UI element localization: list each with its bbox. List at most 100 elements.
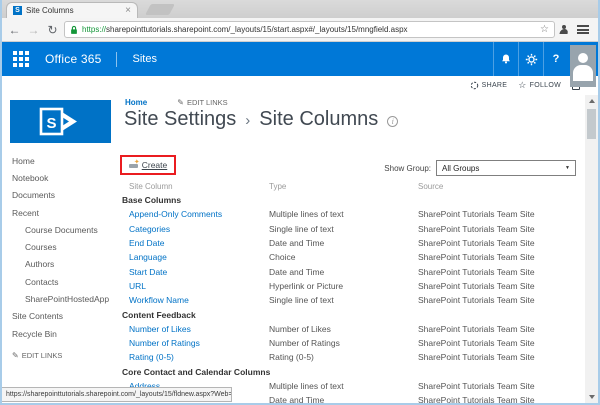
notifications-bell-icon[interactable] [493, 42, 518, 76]
site-column-link[interactable]: Append-Only Comments [129, 209, 222, 219]
chevron-down-icon: ▼ [565, 165, 570, 171]
sidebar-item-recent[interactable]: Recent [12, 204, 118, 221]
table-row: Workflow NameSingle line of textSharePoi… [120, 293, 582, 307]
app-launcher-icon[interactable] [13, 51, 29, 67]
share-label: SHARE [482, 82, 508, 89]
group-select-value: All Groups [442, 164, 479, 173]
column-source: SharePoint Tutorials Team Site [418, 281, 582, 291]
new-tab-button[interactable] [145, 4, 175, 15]
browser-profile-icon[interactable] [559, 25, 569, 35]
suite-bar-divider [116, 52, 117, 67]
info-icon[interactable]: i [387, 116, 398, 127]
office-365-brand[interactable]: Office 365 [45, 52, 101, 66]
pencil-icon: ✎ [177, 98, 184, 107]
column-source: SharePoint Tutorials Team Site [418, 381, 582, 391]
sidebar-items: HomeNotebookDocumentsRecentCourse Docume… [12, 152, 118, 342]
share-button[interactable]: SHARE [470, 81, 508, 90]
reload-icon[interactable]: ↻ [45, 24, 60, 36]
follow-button[interactable]: ☆ FOLLOW [518, 81, 561, 90]
edit-links-sidebar[interactable]: ✎ EDIT LINKS [12, 351, 118, 360]
site-column-link[interactable]: Categories [129, 224, 170, 234]
sharepoint-page: SHARE ☆ FOLLOW S Home ✎ EDIT LINKS [2, 76, 598, 403]
site-column-link[interactable]: URL [129, 281, 146, 291]
breadcrumb-home-link[interactable]: Home [125, 98, 147, 107]
header-type: Type [269, 182, 418, 191]
table-row: LanguageChoiceSharePoint Tutorials Team … [120, 250, 582, 264]
page-title: Site Settings › Site Columns i [124, 108, 398, 131]
scroll-down-icon[interactable] [585, 391, 598, 403]
sidebar-item-documents[interactable]: Documents [12, 187, 118, 204]
column-group-header: Base Columns [120, 193, 582, 207]
help-icon[interactable]: ? [543, 42, 568, 76]
secure-lock-icon [70, 25, 78, 35]
table-row: CategoriesSingle line of textSharePoint … [120, 222, 582, 236]
page-scrollbar[interactable] [585, 95, 598, 403]
bookmark-star-icon[interactable]: ☆ [540, 25, 549, 35]
settings-gear-icon[interactable] [518, 42, 543, 76]
sidebar-item-notebook[interactable]: Notebook [12, 169, 118, 186]
sidebar-edit-links-label: EDIT LINKS [22, 351, 63, 360]
column-source: SharePoint Tutorials Team Site [418, 395, 582, 405]
sidebar-item-authors[interactable]: Authors [12, 256, 118, 273]
status-bar: https://sharepointtutorials.sharepoint.c… [2, 387, 232, 402]
sidebar-item-course-documents[interactable]: Course Documents [12, 221, 118, 238]
scrollbar-thumb[interactable] [587, 109, 596, 139]
user-avatar[interactable] [570, 45, 596, 87]
pencil-icon: ✎ [12, 351, 19, 360]
tab-strip: S Site Columns × [2, 0, 598, 18]
address-bar[interactable]: https://sharepointtutorials.sharepoint.c… [64, 21, 555, 38]
sharepoint-favicon-icon: S [13, 6, 22, 15]
suite-icon-group: ? [493, 42, 568, 76]
create-link[interactable]: Create [142, 160, 168, 170]
create-new-icon: ✦ [129, 161, 139, 169]
tab-close-icon[interactable]: × [125, 6, 131, 16]
title-site-settings[interactable]: Site Settings [124, 108, 236, 131]
table-row: Number of LikesNumber of LikesSharePoint… [120, 322, 582, 336]
column-type: Hyperlink or Picture [269, 281, 418, 291]
follow-star-icon: ☆ [518, 81, 526, 90]
site-column-link[interactable]: Workflow Name [129, 295, 189, 305]
forward-icon[interactable]: → [26, 24, 41, 36]
scroll-up-icon[interactable] [585, 95, 598, 107]
table-row: URL Hyperlink or PictureSharePoint Tutori… [120, 279, 582, 293]
sidebar-item-recycle-bin[interactable]: Recycle Bin [12, 325, 118, 342]
sidebar-item-courses[interactable]: Courses [12, 238, 118, 255]
page-action-bar: SHARE ☆ FOLLOW [470, 81, 580, 90]
column-type: Multiple lines of text [269, 381, 418, 391]
column-type: Date and Time [269, 395, 418, 405]
browser-tab[interactable]: S Site Columns × [6, 2, 138, 18]
sites-link[interactable]: Sites [132, 53, 156, 65]
sidebar-item-contacts[interactable]: Contacts [12, 273, 118, 290]
browser-menu-icon[interactable] [577, 25, 589, 34]
column-type: Rating (0-5) [269, 352, 418, 362]
back-icon[interactable]: ← [7, 24, 22, 36]
suite-bar: Office 365 Sites ? [2, 42, 598, 76]
site-column-link[interactable]: End Date [129, 238, 164, 248]
column-source: SharePoint Tutorials Team Site [418, 295, 582, 305]
breadcrumb: Home ✎ EDIT LINKS [125, 98, 228, 107]
column-source: SharePoint Tutorials Team Site [418, 238, 582, 248]
group-select[interactable]: All Groups ▼ [436, 160, 576, 176]
header-source: Source [418, 182, 582, 191]
column-source: SharePoint Tutorials Team Site [418, 224, 582, 234]
site-column-link[interactable]: Number of Likes [129, 324, 191, 334]
site-column-link[interactable]: Language [129, 252, 167, 262]
header-site-column: Site Column [120, 182, 269, 191]
column-source: SharePoint Tutorials Team Site [418, 267, 582, 277]
sharepoint-logo: S [10, 100, 111, 143]
url-scheme: https:// [82, 25, 106, 34]
edit-links-label: EDIT LINKS [187, 98, 228, 107]
site-column-link[interactable]: Start Date [129, 267, 167, 277]
show-group-label: Show Group: [384, 164, 431, 173]
sidebar-item-sharepointhostedapp[interactable]: SharePointHostedApp [12, 290, 118, 307]
sidebar-item-site-contents[interactable]: Site Contents [12, 308, 118, 325]
sidebar-item-home[interactable]: Home [12, 152, 118, 169]
title-separator: › [245, 110, 250, 129]
sidebar-nav: HomeNotebookDocumentsRecentCourse Docume… [12, 152, 118, 360]
site-column-link[interactable]: Number of Ratings [129, 338, 200, 348]
column-group-header: Content Feedback [120, 307, 582, 321]
column-type: Date and Time [269, 267, 418, 277]
table-row: Start Date Date and TimeSharePoint Tutori… [120, 264, 582, 278]
site-column-link[interactable]: Rating (0-5) [129, 352, 174, 362]
edit-links-top[interactable]: ✎ EDIT LINKS [177, 98, 227, 107]
